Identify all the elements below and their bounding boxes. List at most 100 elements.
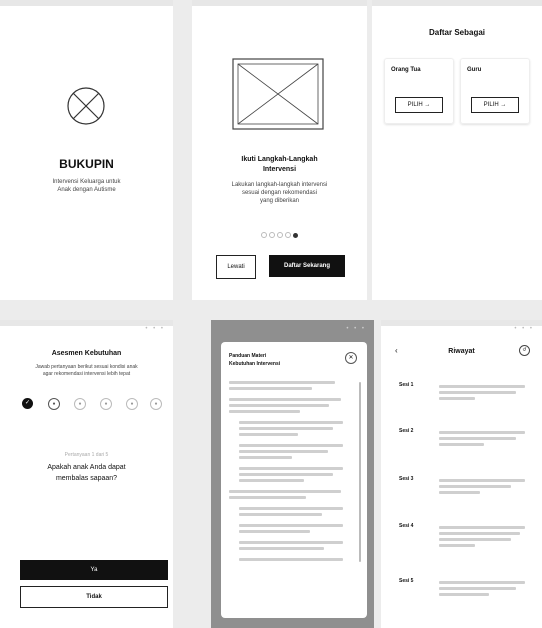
session-line [439, 544, 475, 547]
guide-line [239, 558, 343, 561]
guide-line [229, 496, 306, 499]
assessment-desc-line2: agar rekomendasi intervensi lebih tepat [42, 371, 131, 377]
register-now-button[interactable]: Daftar Sekarang [269, 255, 345, 277]
session-line [439, 431, 525, 434]
page-title: Riwayat [448, 348, 475, 355]
session-line [439, 491, 480, 494]
session-line [439, 593, 489, 596]
choose-parent-button[interactable]: PILIH → [395, 97, 443, 113]
guide-line [239, 450, 328, 453]
session-line [439, 437, 516, 440]
page-dot [269, 232, 275, 238]
guide-line [239, 541, 343, 544]
guide-line [239, 524, 343, 527]
assessment-screen: • • • Asesmen Kebutuhan Jawab pertanyaan… [0, 320, 173, 628]
skip-button[interactable]: Lewati [216, 255, 256, 279]
session-label: Sesi 5 [399, 578, 414, 584]
yes-button[interactable]: Ya [20, 560, 168, 580]
onboarding-heading-line1: Ikuti Langkah-Langkah [241, 156, 318, 163]
step-icon: ● [100, 398, 112, 410]
register-as-screen: Daftar Sebagai Orang Tua PILIH → Guru PI… [372, 0, 542, 300]
role-card-teacher[interactable]: Guru PILIH → [460, 58, 530, 124]
app-subtitle-line1: Intervensi Keluarga untuk [52, 179, 121, 185]
session-label: Sesi 2 [399, 428, 414, 434]
app-title: BUKUPIN [59, 157, 114, 171]
session-line [439, 391, 516, 394]
modal-header-line2: Kebutuhan Intervensi [229, 361, 281, 367]
step-icon: ● [150, 398, 162, 410]
page-dot [285, 232, 291, 238]
page-title: Daftar Sebagai [428, 28, 486, 37]
page-indicator [260, 225, 299, 243]
image-placeholder-icon [232, 58, 324, 130]
step-icon: ● [126, 398, 138, 410]
session-line [439, 397, 475, 400]
question-counter: Pertanyaan 1 dari 5 [64, 452, 109, 458]
session-line [439, 587, 516, 590]
guide-line [229, 404, 330, 407]
guide-line [239, 427, 334, 430]
assessment-desc-line1: Jawab pertanyaan berikut sesuai kondisi … [35, 364, 138, 370]
guide-line [239, 547, 324, 550]
status-bar [192, 0, 367, 6]
question-line1: Apakah anak Anda dapat [47, 464, 126, 471]
status-bar [372, 0, 542, 6]
guide-modal-screen: • • • Panduan Materi Kebutuhan Intervens… [211, 320, 374, 628]
guide-line [229, 490, 342, 493]
page-dot-active [293, 233, 298, 238]
onboarding-desc-line2: sesuai dengan rekomendasi [241, 190, 318, 196]
onboarding-heading-line2: Intervensi [262, 166, 297, 173]
guide-line [239, 473, 334, 476]
status-dots: • • • [145, 326, 165, 332]
guide-line [229, 410, 300, 413]
session-label: Sesi 4 [399, 523, 414, 529]
step-done-icon: ✓ [22, 398, 33, 409]
guide-modal: Panduan Materi Kebutuhan Intervensi ✕ [221, 342, 367, 618]
session-line [439, 532, 520, 535]
guide-line [239, 456, 293, 459]
guide-line [239, 433, 298, 436]
page-dot [261, 232, 267, 238]
session-line [439, 581, 525, 584]
guide-line [239, 467, 343, 470]
scrollbar[interactable] [359, 382, 361, 562]
guide-line [239, 507, 343, 510]
guide-content [229, 378, 347, 564]
guide-line [239, 513, 322, 516]
close-icon[interactable]: ✕ [345, 352, 357, 364]
session-line [439, 538, 511, 541]
role-card-label: Orang Tua [391, 67, 421, 73]
no-button[interactable]: Tidak [20, 586, 168, 608]
session-line [439, 479, 525, 482]
session-line [439, 443, 484, 446]
status-bar [0, 0, 173, 6]
page-dot [277, 232, 283, 238]
session-label: Sesi 1 [399, 382, 414, 388]
session-label: Sesi 3 [399, 476, 414, 482]
page-title: Asesmen Kebutuhan [51, 350, 122, 357]
guide-line [229, 387, 312, 390]
guide-line [239, 444, 343, 447]
onboarding-desc-line3: yang diberikan [259, 198, 300, 204]
app-subtitle-line2: Anak dengan Autisme [57, 187, 116, 193]
status-dots: • • • [514, 326, 534, 332]
modal-header-line1: Panduan Materi [229, 353, 267, 359]
session-line [439, 385, 525, 388]
guide-line [229, 398, 342, 401]
guide-line [239, 479, 304, 482]
step-indicator: ✓ ● ● ● ● ● [0, 398, 173, 410]
guide-line [239, 421, 343, 424]
logo-placeholder-icon [67, 87, 105, 125]
role-card-parent[interactable]: Orang Tua PILIH → [384, 58, 454, 124]
session-line [439, 485, 511, 488]
choose-teacher-button[interactable]: PILIH → [471, 97, 519, 113]
role-card-label: Guru [467, 67, 482, 73]
onboarding-desc-line1: Lakukan langkah-langkah intervensi [231, 182, 328, 188]
guide-line [239, 530, 310, 533]
guide-line [229, 381, 336, 384]
status-dots: • • • [346, 326, 366, 332]
splash-screen: BUKUPIN Intervensi Keluarga untuk Anak d… [0, 0, 173, 300]
step-icon: ● [48, 398, 60, 410]
session-line [439, 526, 525, 529]
history-icon[interactable]: ↺ [519, 345, 530, 356]
